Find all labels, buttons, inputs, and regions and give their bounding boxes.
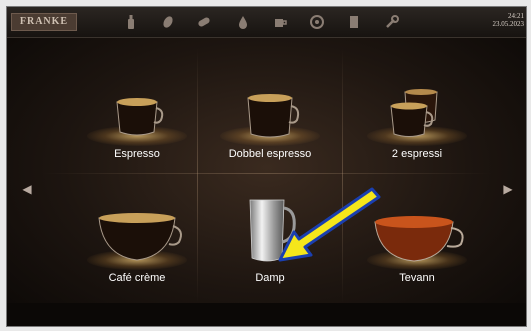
cup-icon[interactable] <box>271 13 289 31</box>
product-tea-water[interactable]: Tevann <box>347 186 487 306</box>
product-espresso[interactable]: Espresso <box>67 62 207 182</box>
milk-jug-icon <box>249 199 296 262</box>
brand-logo: FRANKE <box>11 13 77 31</box>
bottom-strip <box>7 303 526 326</box>
product-double-espresso[interactable]: Dobbel espresso <box>200 62 340 182</box>
coffee-bag-icon[interactable] <box>308 13 326 31</box>
bean-icon[interactable] <box>159 13 177 31</box>
wrench-icon[interactable] <box>383 13 401 31</box>
double-espresso-cup-icon <box>247 94 300 138</box>
product-grid: ◀ ▶ Espresso Dobbel espresso 2 espressi … <box>7 38 526 326</box>
previous-page-arrow-icon[interactable]: ◀ <box>21 174 33 204</box>
date-text: 23.05.2023 <box>492 20 525 28</box>
two-espressi-cups-icon <box>390 89 438 137</box>
machine-display: FRANKE 24:21 23.05.2023 ◀ ▶ Espresso Dob… <box>6 6 527 327</box>
card-icon[interactable] <box>345 13 363 31</box>
cafe-creme-cup-icon <box>98 213 182 261</box>
clock-readout: 24:21 23.05.2023 <box>493 12 525 28</box>
grid-divider <box>342 48 343 303</box>
product-cafe-creme[interactable]: Café crème <box>67 186 207 306</box>
product-label: Damp <box>255 272 285 284</box>
product-label: 2 espressi <box>391 148 443 160</box>
product-steam[interactable]: Damp <box>200 186 340 306</box>
screenshot-frame: FRANKE 24:21 23.05.2023 ◀ ▶ Espresso Dob… <box>0 0 531 331</box>
drop-icon[interactable] <box>234 13 252 31</box>
cleaning-tablet-icon[interactable] <box>195 13 213 31</box>
product-two-espressi[interactable]: 2 espressi <box>347 62 487 182</box>
espresso-cup-icon <box>116 98 164 136</box>
bottle-icon[interactable] <box>122 13 140 31</box>
time-text: 24:21 <box>508 12 524 20</box>
top-bar: FRANKE 24:21 23.05.2023 <box>7 7 526 38</box>
product-label: Espresso <box>114 148 160 160</box>
product-label: Tevann <box>399 272 435 284</box>
product-label: Dobbel espresso <box>228 148 312 160</box>
product-label: Café crème <box>108 272 166 284</box>
tea-cup-icon <box>374 216 464 262</box>
next-page-arrow-icon[interactable]: ▶ <box>502 174 514 204</box>
